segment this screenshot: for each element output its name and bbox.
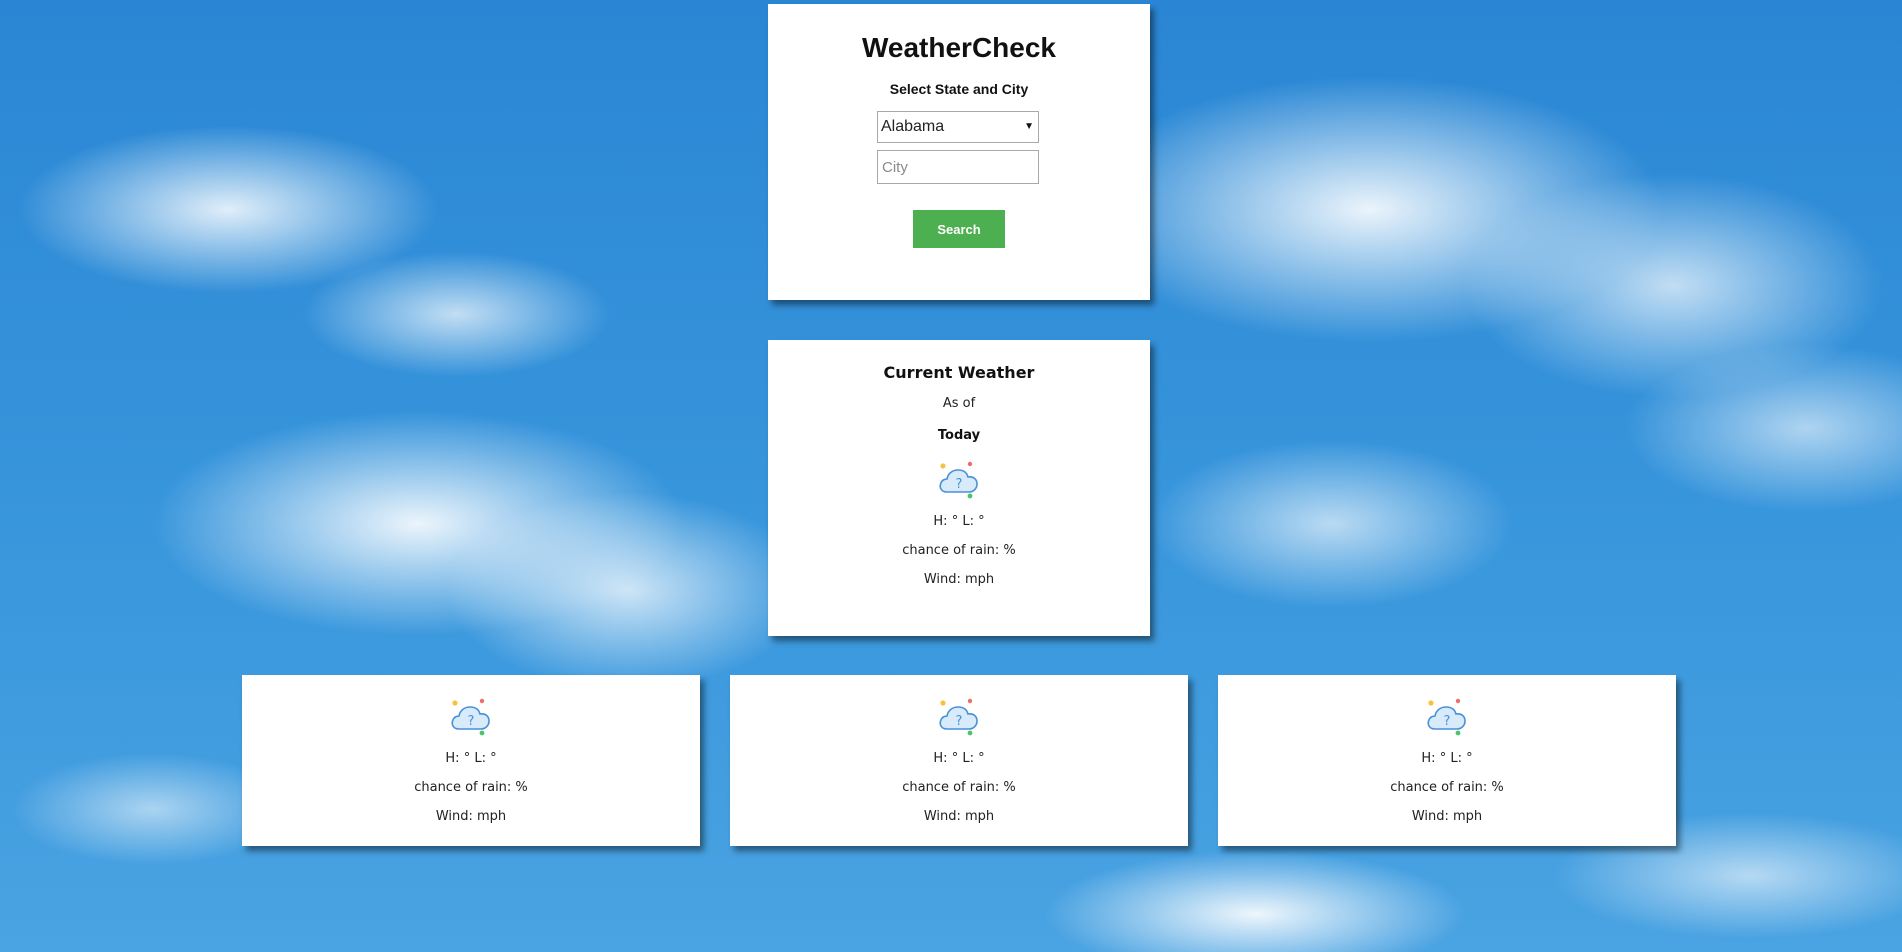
wind-speed: Wind: mph — [1411, 809, 1483, 824]
dropdown-arrow-icon: ▼ — [1024, 121, 1034, 132]
chance-of-rain: chance of rain: % — [902, 780, 1016, 795]
wind-speed: Wind: mph — [923, 809, 995, 824]
day-label: Today — [937, 428, 981, 443]
temperature-high-low: H: ° L: ° — [933, 514, 985, 529]
unknown-weather-cloud-icon — [936, 697, 982, 737]
forecast-card: H: ° L: ° chance of rain: % Wind: mph — [1218, 675, 1676, 846]
search-button[interactable]: Search — [913, 210, 1005, 248]
chance-of-rain: chance of rain: % — [1390, 780, 1504, 795]
app-title: WeatherCheck — [861, 32, 1056, 63]
city-input[interactable] — [877, 150, 1039, 184]
chance-of-rain: chance of rain: % — [902, 543, 1016, 558]
current-weather-card: Current Weather As of Today H: ° L: ° ch… — [768, 340, 1150, 636]
wind-speed: Wind: mph — [923, 572, 995, 587]
search-card: WeatherCheck Select State and City Alaba… — [768, 4, 1150, 300]
as-of-label: As of — [942, 396, 976, 411]
forecast-card: H: ° L: ° chance of rain: % Wind: mph — [242, 675, 700, 846]
wind-speed: Wind: mph — [435, 809, 507, 824]
current-weather-title: Current Weather — [883, 363, 1035, 382]
unknown-weather-cloud-icon — [448, 697, 494, 737]
forecast-card: H: ° L: ° chance of rain: % Wind: mph — [730, 675, 1188, 846]
chance-of-rain: chance of rain: % — [414, 780, 528, 795]
unknown-weather-cloud-icon — [1424, 697, 1470, 737]
temperature-high-low: H: ° L: ° — [445, 751, 497, 766]
temperature-high-low: H: ° L: ° — [1421, 751, 1473, 766]
state-select[interactable]: Alabama ▼ — [877, 111, 1039, 143]
unknown-weather-cloud-icon — [936, 460, 982, 500]
select-state-city-label: Select State and City — [889, 81, 1029, 97]
temperature-high-low: H: ° L: ° — [933, 751, 985, 766]
state-select-value: Alabama — [881, 118, 945, 135]
